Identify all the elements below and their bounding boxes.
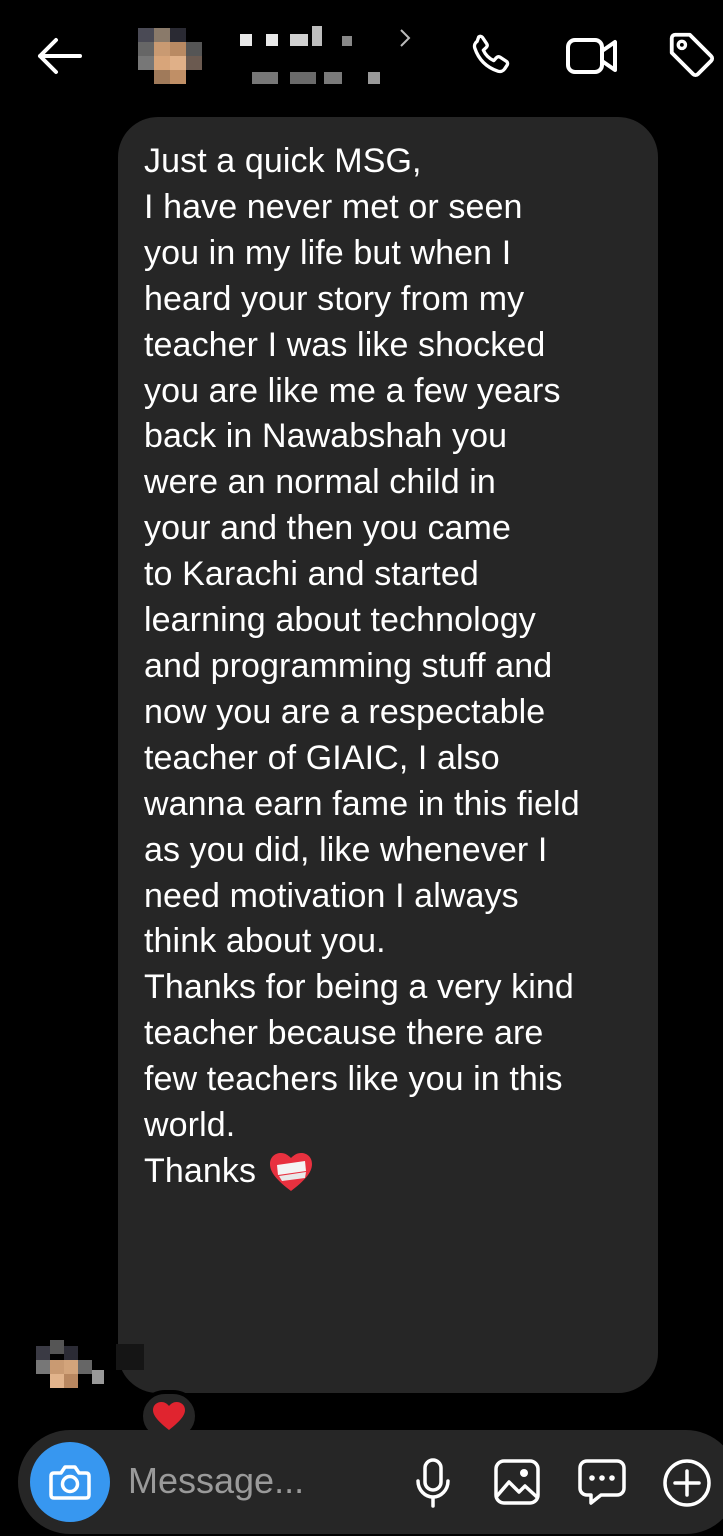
sticker-button[interactable]	[576, 1456, 628, 1508]
contact-info[interactable]	[238, 22, 418, 92]
video-call-button[interactable]	[560, 28, 624, 84]
message-line: you are like me a few years	[144, 371, 561, 410]
message-line: I have never met or seen	[144, 187, 523, 226]
video-camera-icon	[566, 38, 617, 74]
message-line: think about you.	[144, 922, 386, 961]
avatar[interactable]	[138, 28, 204, 86]
message-line: teacher because there are	[144, 1014, 544, 1053]
message-line: teacher I was like shocked	[144, 325, 546, 364]
message-line: world.	[144, 1106, 236, 1145]
message-line-thanks: Thanks	[144, 1149, 632, 1195]
plus-icon	[663, 1459, 711, 1507]
gallery-icon	[494, 1459, 540, 1505]
message-line: wanna earn fame in this field	[144, 784, 580, 823]
more-button[interactable]	[660, 1456, 714, 1510]
camera-icon	[49, 1465, 91, 1500]
audio-call-button[interactable]	[462, 28, 518, 84]
microphone-icon	[416, 1458, 450, 1508]
mending-heart-emoji	[270, 1152, 313, 1191]
back-button[interactable]	[30, 30, 88, 82]
message-line: Thanks for being a very kind	[144, 968, 574, 1007]
message-line: now you are a respectable	[144, 692, 546, 731]
chat-header	[0, 0, 723, 110]
tag-button[interactable]	[664, 26, 720, 84]
gallery-button[interactable]	[492, 1456, 542, 1508]
message-input[interactable]: Message...	[128, 1460, 304, 1502]
camera-button[interactable]	[30, 1442, 110, 1522]
thanks-text: Thanks	[144, 1151, 257, 1190]
message-bubble[interactable]: Just a quick MSG, I have never met or se…	[118, 117, 658, 1393]
message-line: few teachers like you in this	[144, 1060, 563, 1099]
message-line: Just a quick MSG,	[144, 142, 422, 180]
message-line: teacher of GIAIC, I also	[144, 738, 500, 777]
arrow-left-icon	[38, 38, 82, 74]
tag-icon	[669, 32, 715, 78]
sticker-chat-icon	[578, 1459, 626, 1505]
voice-message-button[interactable]	[410, 1456, 456, 1510]
message-line: you in my life but when I	[144, 233, 512, 272]
message-line: as you did, like whenever I	[144, 830, 548, 869]
phone-icon	[472, 34, 510, 74]
message-line: were an normal child in	[144, 463, 496, 502]
sender-avatar[interactable]	[36, 1340, 144, 1396]
red-heart-emoji	[153, 1402, 185, 1430]
message-line: learning about technology	[144, 601, 536, 640]
message-line: back in Nawabshah you	[144, 417, 508, 456]
message-line: your and then you came	[144, 509, 511, 548]
message-line: heard your story from my	[144, 279, 525, 318]
message-line: and programming stuff and	[144, 646, 553, 685]
message-composer: Message...	[18, 1430, 723, 1534]
message-line: to Karachi and started	[144, 555, 479, 594]
message-line: need motivation I always	[144, 876, 519, 915]
chevron-right-icon	[400, 29, 411, 47]
